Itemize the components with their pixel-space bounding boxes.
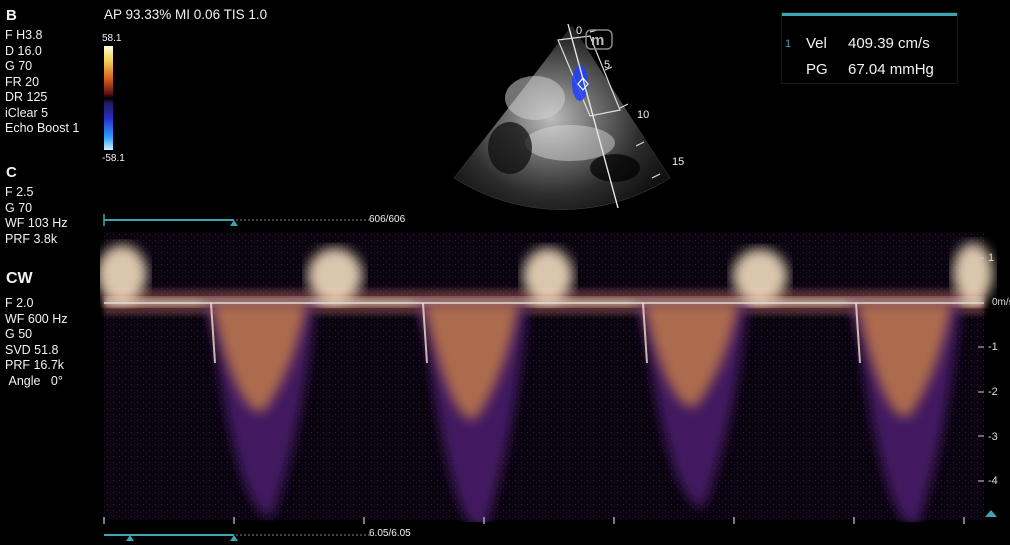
measurement-index: 1	[785, 38, 792, 50]
pg-label: PG	[806, 61, 828, 78]
echo-sector-image: 0 5 10 15 m	[453, 23, 684, 210]
c-mode-param-0: F 2.5	[5, 185, 34, 199]
velocity-axis-ticks	[978, 257, 984, 482]
velocity-tick-minus3: -3	[988, 431, 998, 443]
depth-label-5: 5	[604, 59, 610, 71]
b-mode-param-3: FR 20	[5, 74, 40, 89]
cw-angle-value: 0°	[50, 373, 63, 388]
measurement-panel-accent	[782, 13, 957, 16]
diastolic-flow-peak	[307, 248, 363, 303]
acoustic-output-readout: AP 93.33% MI 0.06 TIS 1.0	[104, 7, 268, 22]
chamber-cavity	[488, 122, 532, 174]
mode-c-label: C	[6, 164, 17, 181]
timeline-top-counter: 606/606	[369, 214, 406, 225]
mode-cw-label: CW	[6, 270, 33, 287]
velocity-tick-minus4: -4	[988, 475, 998, 487]
colorbar-bottom-value: -58.1	[102, 153, 125, 164]
color-velocity-scale	[104, 46, 113, 150]
velocity-tick-1: 1	[988, 252, 995, 264]
vel-label: Vel	[806, 35, 827, 52]
c-mode-params: F 2.5 G 70 WF 103 Hz PRF 3.8k	[5, 185, 68, 247]
chamber-cavity	[590, 154, 640, 182]
cw-param-gain: G 50	[5, 327, 33, 341]
cw-param-frequency: F 2.0	[5, 296, 34, 310]
colorbar-top-value: 58.1	[102, 33, 122, 44]
depth-label-0: 0	[576, 25, 582, 37]
mode-b-label: B	[6, 7, 17, 24]
cw-mode-params: F 2.0 WF 600 Hz G 50 SVD 51.8 PRF 16.7k …	[5, 296, 68, 389]
cw-angle-label: Angle	[8, 373, 41, 388]
depth-label-10: 10	[637, 109, 649, 121]
b-mode-param-0: F H3.8	[5, 28, 43, 42]
vel-value: 409.39 cm/s	[848, 35, 930, 52]
velocity-tick-zero: 0m/s	[992, 297, 1010, 308]
velocity-tick-minus2: -2	[988, 386, 998, 398]
b-mode-param-1: D 16.0	[5, 43, 42, 58]
depth-label-15: 15	[672, 156, 684, 168]
timeline-bottom-counter: 6.05/6.05	[369, 528, 411, 539]
velocity-tick-minus1: -1	[988, 341, 998, 353]
diastolic-flow-peak	[732, 249, 788, 303]
time-axis-ticks	[103, 517, 965, 524]
cw-param-wall-filter: WF 600 Hz	[5, 311, 68, 326]
c-mode-param-1: G 70	[5, 200, 33, 215]
c-mode-param-3: PRF 3.8k	[5, 231, 58, 246]
cw-param-svd: SVD 51.8	[5, 342, 59, 357]
b-mode-param-6: Echo Boost 1	[5, 121, 80, 135]
pg-value: 67.04 mmHg	[848, 61, 934, 78]
diastolic-flow-peak	[523, 248, 573, 303]
b-mode-param-4: DR 125	[5, 90, 48, 104]
c-mode-param-2: WF 103 Hz	[5, 216, 68, 230]
measurement-panel: 1 Vel 409.39 cm/s PG 67.04 mmHg	[781, 12, 958, 84]
b-mode-params: F H3.8 D 16.0 G 70 FR 20 DR 125 iClear 5 Echo …	[5, 28, 79, 137]
orientation-marker-letter: m	[591, 32, 604, 49]
tissue-echo	[505, 76, 565, 120]
tissue-echo	[525, 125, 615, 161]
cw-doppler-spectrum[interactable]	[100, 232, 1010, 522]
b-mode-param-5: iClear 5	[5, 105, 49, 120]
b-mode-param-2: G 70	[5, 59, 33, 73]
cw-param-prf: PRF 16.7k	[5, 358, 65, 372]
cw-param-angle: Angle 0°	[5, 374, 68, 390]
